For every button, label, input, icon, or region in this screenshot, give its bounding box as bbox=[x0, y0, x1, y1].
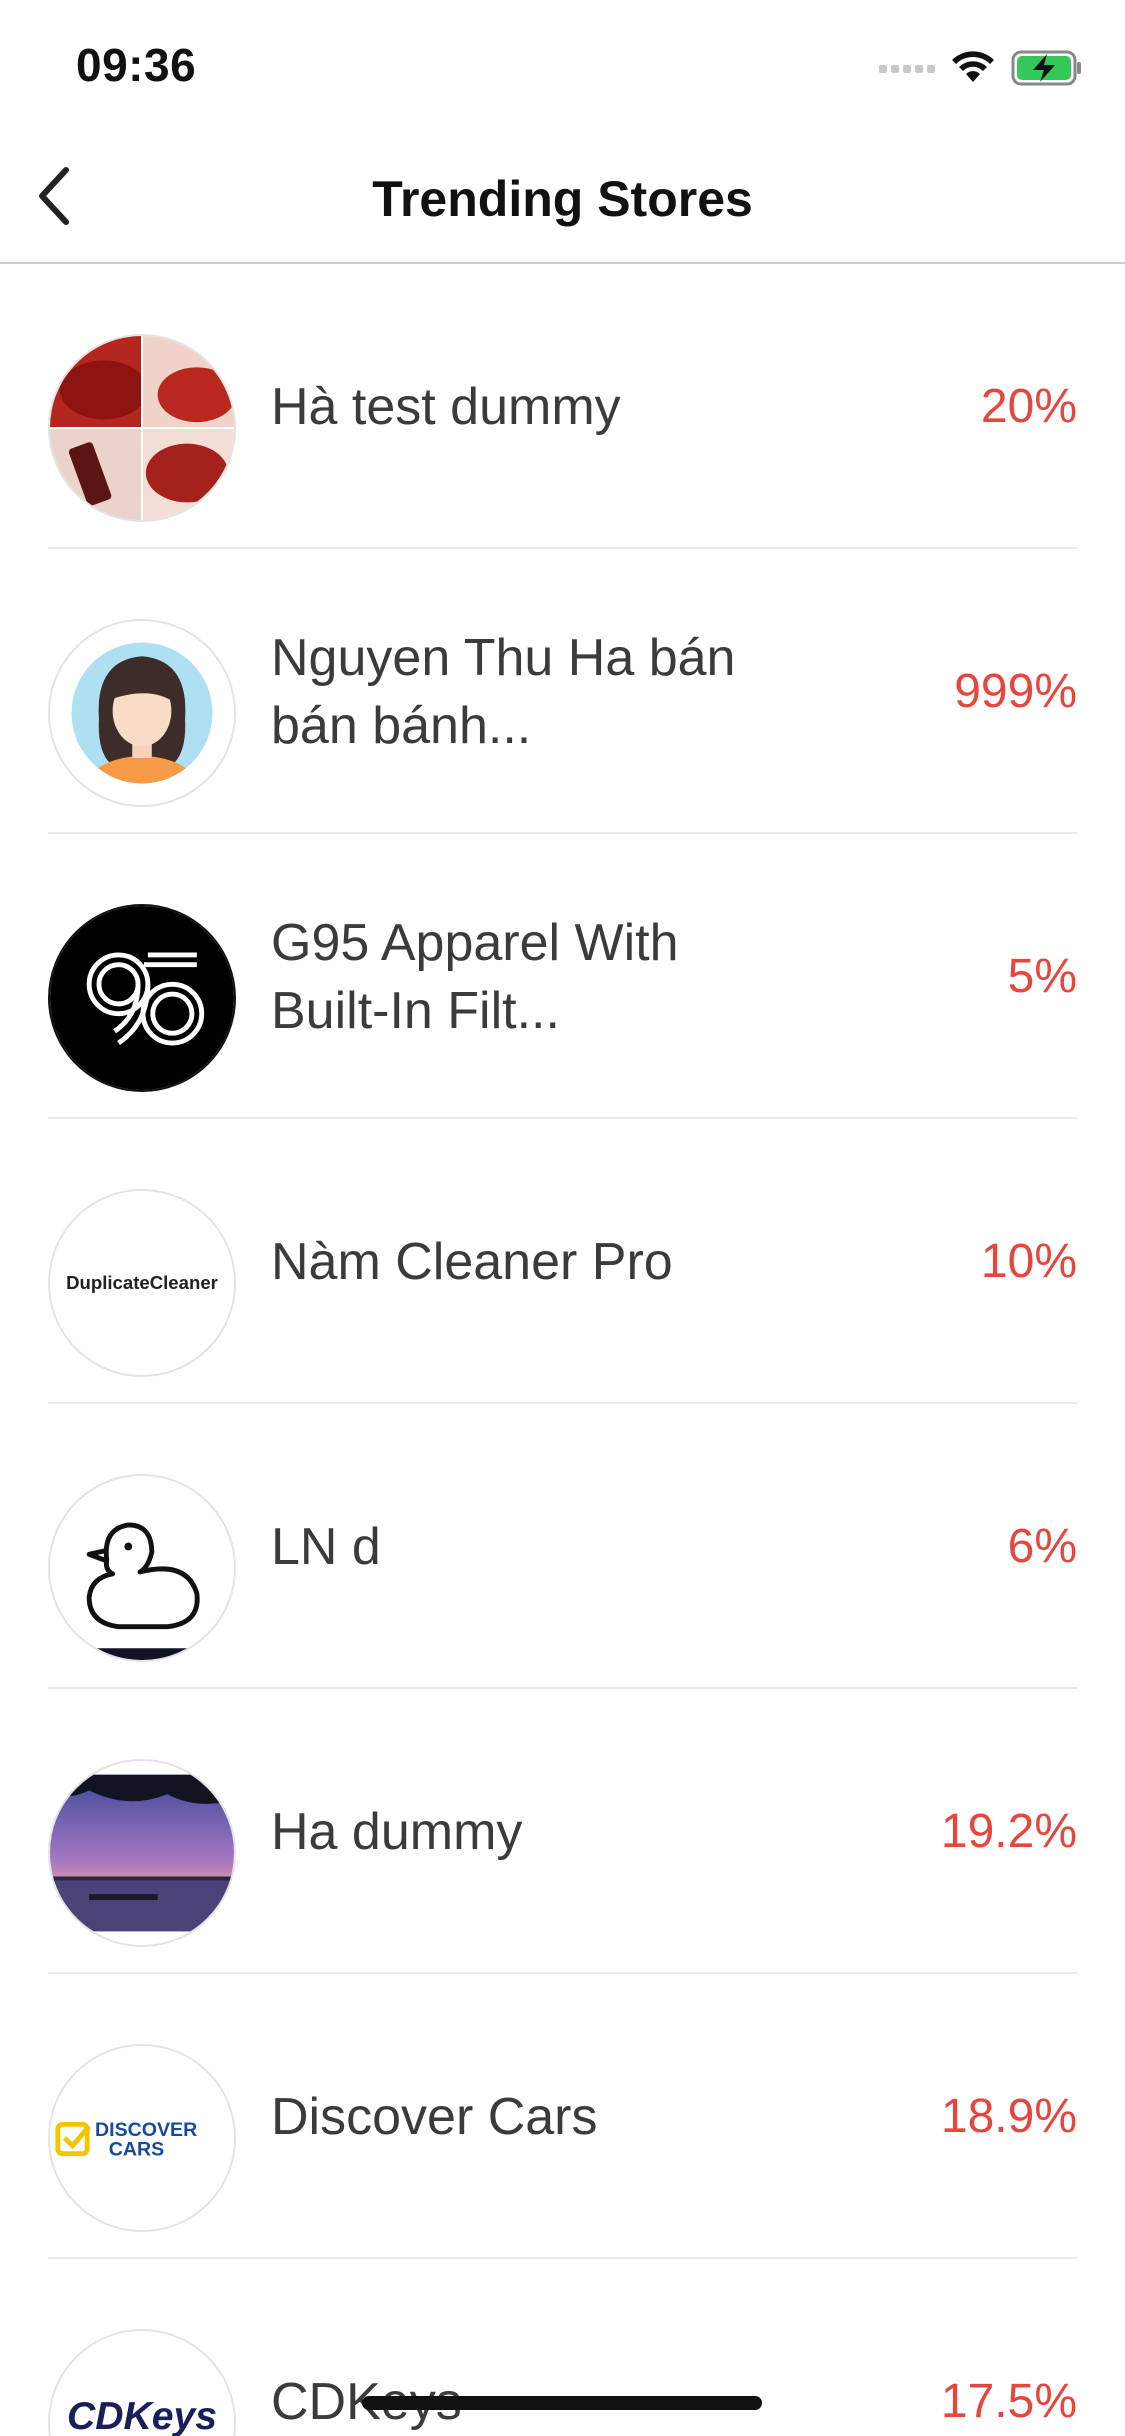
store-avatar bbox=[48, 619, 236, 807]
woman-avatar-icon bbox=[50, 621, 234, 805]
store-row[interactable]: Hà test dummy 20% bbox=[0, 264, 1125, 549]
store-percent: 17.5% bbox=[940, 2375, 1077, 2428]
store-name: Nàm Cleaner Pro bbox=[271, 1232, 673, 1291]
store-avatar: DuplicateCleaner bbox=[48, 1189, 236, 1377]
store-percent: 999% bbox=[954, 665, 1077, 718]
battery-charging-icon bbox=[1011, 50, 1083, 91]
store-name: Ha dummy bbox=[271, 1802, 523, 1861]
svg-text:CARS: CARS bbox=[109, 2139, 164, 2161]
store-percent: 10% bbox=[980, 1235, 1077, 1288]
store-avatar: CDKeys bbox=[48, 2329, 236, 2436]
store-row[interactable]: Ha dummy 19.2% bbox=[0, 1689, 1125, 1974]
store-percent: 18.9% bbox=[940, 2090, 1077, 2143]
store-row[interactable]: LN d 6% bbox=[0, 1404, 1125, 1689]
store-avatar bbox=[48, 904, 236, 1092]
discover-cars-logo-icon: DISCOVER CARS bbox=[50, 2046, 234, 2230]
store-avatar: DISCOVER CARS bbox=[48, 2044, 236, 2232]
store-row[interactable]: Nguyen Thu Ha bán bán bánh... 999% bbox=[0, 549, 1125, 834]
store-avatar bbox=[48, 1474, 236, 1662]
store-name: LN d bbox=[271, 1517, 381, 1576]
store-percent: 5% bbox=[1007, 950, 1077, 1003]
nav-bar: Trending Stores bbox=[0, 132, 1125, 264]
store-list: Hà test dummy 20% Nguyen Thu Ha bán bán … bbox=[0, 264, 1125, 2436]
store-percent: 6% bbox=[1007, 1520, 1077, 1573]
svg-text:DuplicateCleaner: DuplicateCleaner bbox=[66, 1272, 218, 1293]
store-avatar bbox=[48, 1759, 236, 1947]
store-name: Hà test dummy bbox=[271, 377, 621, 436]
store-avatar bbox=[48, 334, 236, 522]
duck-outline-icon bbox=[50, 1476, 234, 1660]
svg-text:CDKeys: CDKeys bbox=[67, 2395, 217, 2436]
cdkeys-logo-icon: CDKeys bbox=[50, 2331, 234, 2436]
signal-icon bbox=[879, 61, 935, 80]
g95-logo-icon bbox=[50, 906, 234, 1090]
store-name: Discover Cars bbox=[271, 2087, 598, 2146]
store-row[interactable]: G95 Apparel With Built-In Filt... 5% bbox=[0, 834, 1125, 1119]
lake-sunset-photo-icon bbox=[50, 1761, 234, 1945]
lipstick-collage-icon bbox=[50, 336, 234, 520]
store-name: Nguyen Thu Ha bán bán bánh... bbox=[271, 628, 736, 755]
wifi-icon bbox=[951, 50, 995, 90]
duplicate-cleaner-logo-icon: DuplicateCleaner bbox=[50, 1191, 234, 1375]
status-bar: 09:36 bbox=[0, 0, 1125, 132]
store-row[interactable]: DISCOVER CARS Discover Cars 18.9% bbox=[0, 1974, 1125, 2259]
home-indicator[interactable] bbox=[362, 2396, 762, 2410]
page-title: Trending Stores bbox=[372, 171, 753, 227]
status-icons bbox=[879, 48, 1083, 92]
status-time: 09:36 bbox=[76, 39, 197, 91]
store-row[interactable]: DuplicateCleaner Nàm Cleaner Pro 10% bbox=[0, 1119, 1125, 1404]
store-percent: 20% bbox=[980, 380, 1077, 433]
store-percent: 19.2% bbox=[940, 1805, 1077, 1858]
screen: 09:36 Trending Stores Hà test dummy 20% … bbox=[0, 0, 1125, 2436]
store-name: G95 Apparel With Built-In Filt... bbox=[271, 913, 679, 1040]
